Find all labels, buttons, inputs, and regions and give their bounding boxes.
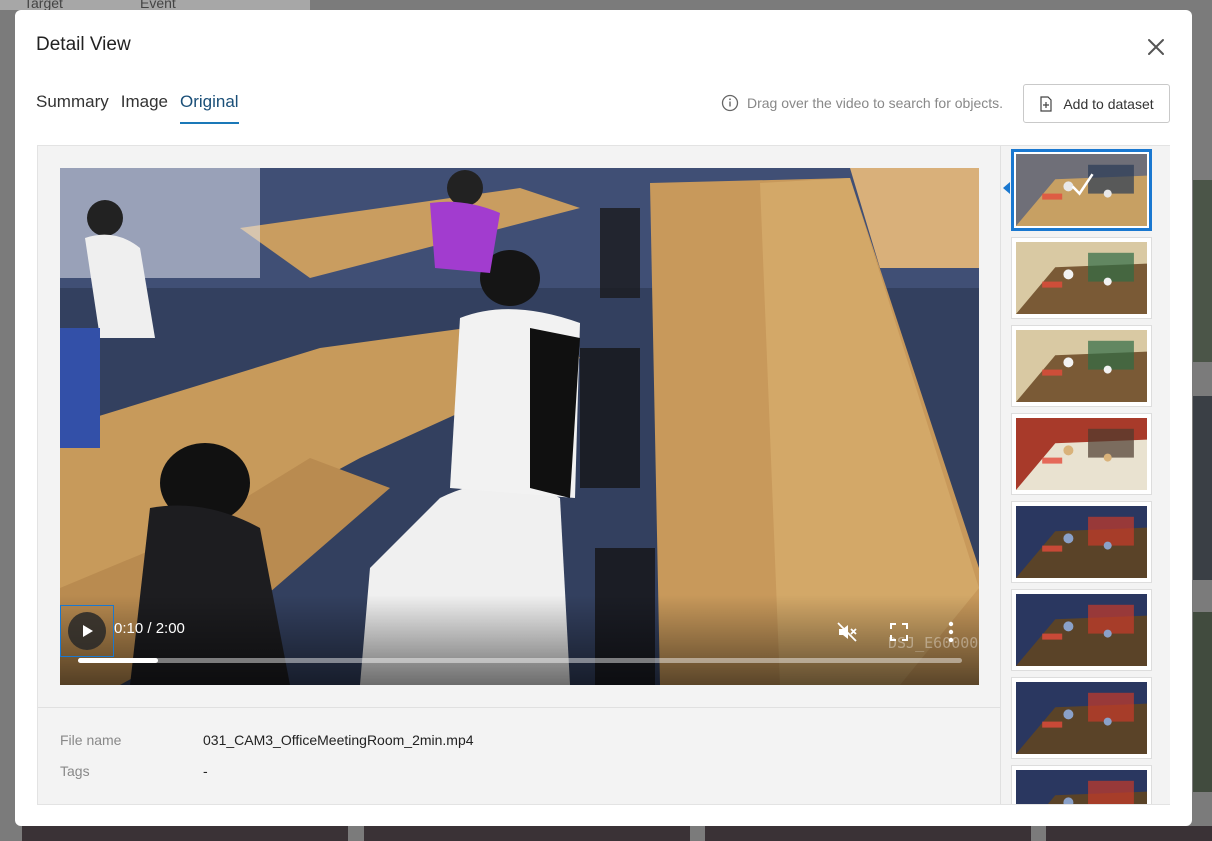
file-name-row: File name 031_CAM3_OfficeMeetingRoom_2mi… [60, 732, 474, 748]
thumbnail-item[interactable] [1011, 149, 1152, 231]
detail-content: DSJ_E60000 0:10 / 2:00 File name 031_CAM… [37, 145, 1170, 805]
add-to-dataset-label: Add to dataset [1063, 95, 1154, 112]
background-filter-bar: Target Event [0, 0, 310, 11]
background-thumbnail [1046, 826, 1212, 841]
drag-hint: Drag over the video to search for object… [721, 94, 1003, 112]
more-options-button[interactable] [946, 620, 956, 644]
fullscreen-button[interactable] [889, 622, 909, 642]
close-button[interactable] [1143, 34, 1169, 60]
thumbnail-item[interactable] [1011, 765, 1152, 804]
thumbnail-item[interactable] [1011, 237, 1152, 319]
file-name-label: File name [60, 732, 122, 748]
thumbnail-item[interactable] [1011, 413, 1152, 495]
info-icon [721, 94, 739, 112]
more-vertical-icon [948, 621, 954, 643]
background-thumbnail [1193, 396, 1212, 580]
thumbnail-item[interactable] [1011, 677, 1152, 759]
tags-value: - [203, 763, 208, 779]
play-button[interactable] [60, 605, 114, 657]
tab-image[interactable]: Image [121, 92, 168, 124]
add-to-dataset-button[interactable]: Add to dataset [1023, 84, 1170, 123]
time-display: 0:10 / 2:00 [114, 620, 185, 637]
video-player[interactable]: DSJ_E60000 0:10 / 2:00 [60, 168, 979, 685]
tags-row: Tags - [60, 763, 208, 779]
mute-button[interactable] [835, 620, 859, 644]
play-button-circle [68, 612, 106, 650]
progress-fill [78, 658, 158, 663]
thumbnail-list[interactable] [1000, 146, 1170, 804]
background-thumbnail [22, 826, 348, 841]
background-thumbnail [364, 826, 690, 841]
detail-view-modal: Detail View Summary Image Original Drag … [15, 10, 1192, 826]
thumbnail-image [1016, 154, 1147, 226]
fullscreen-icon [890, 623, 908, 641]
background-thumbnail [1193, 612, 1212, 792]
tab-original[interactable]: Original [179, 92, 239, 124]
tab-summary[interactable]: Summary [36, 92, 109, 124]
close-icon [1148, 39, 1164, 55]
add-to-dataset-icon [1040, 95, 1052, 112]
tab-bar: Summary Image Original [36, 92, 239, 124]
modal-title: Detail View [36, 34, 131, 55]
thumbnail-image [1016, 682, 1147, 754]
progress-bar[interactable] [78, 658, 962, 663]
thumbnail-item[interactable] [1011, 501, 1152, 583]
file-name-value: 031_CAM3_OfficeMeetingRoom_2min.mp4 [203, 732, 474, 748]
file-metadata: File name 031_CAM3_OfficeMeetingRoom_2mi… [38, 707, 1000, 805]
drag-hint-text: Drag over the video to search for object… [747, 95, 1004, 111]
tags-label: Tags [60, 763, 90, 779]
background-thumbnail [1193, 180, 1212, 362]
thumbnail-image [1016, 594, 1147, 666]
thumbnail-image [1016, 506, 1147, 578]
mute-icon [837, 622, 857, 642]
play-icon [83, 625, 93, 637]
background-thumbnail [705, 826, 1031, 841]
thumbnail-image [1016, 770, 1147, 804]
thumbnail-item[interactable] [1011, 325, 1152, 407]
thumbnail-image [1016, 418, 1147, 490]
thumbnail-item[interactable] [1011, 589, 1152, 671]
thumbnail-image [1016, 242, 1147, 314]
selected-pointer [1003, 182, 1010, 194]
thumbnail-image [1016, 330, 1147, 402]
